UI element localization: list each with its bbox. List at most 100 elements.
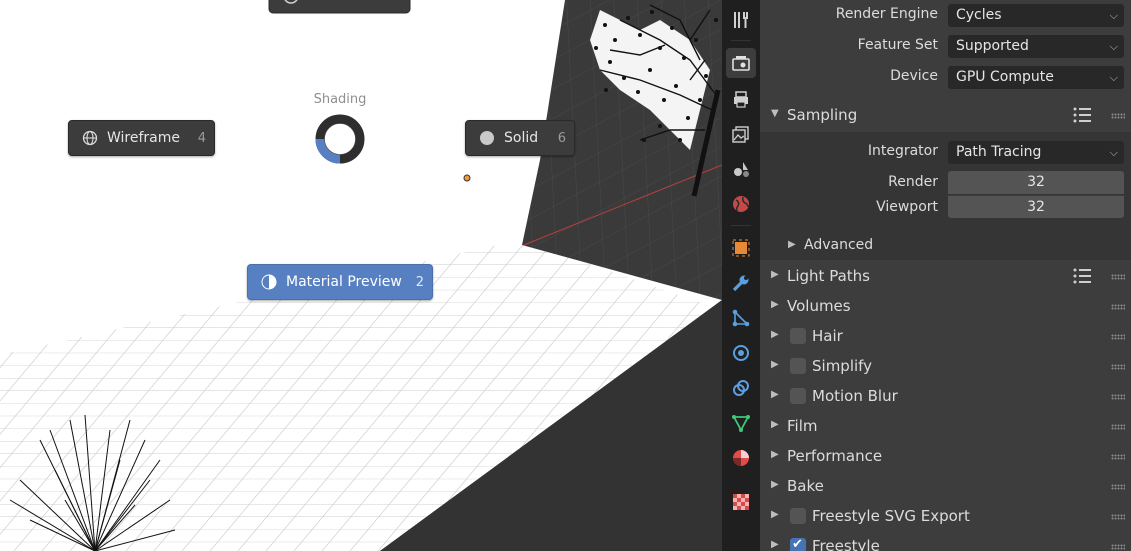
world-tab[interactable]	[726, 189, 756, 219]
hair-panel-header[interactable]: ▶ Hair	[760, 321, 1131, 351]
sampling-panel-header[interactable]: ▼ Sampling	[760, 100, 1131, 130]
freestyle-checkbox[interactable]	[790, 537, 806, 551]
constraints-tab[interactable]	[726, 373, 756, 403]
feature-set-label: Feature Set	[857, 37, 938, 53]
render-engine-row: Render Engine Cycles ⌵	[760, 0, 1131, 30]
collapsed-arrow-icon: ▶	[788, 239, 796, 250]
output-tab[interactable]	[726, 84, 756, 114]
hair-checkbox[interactable]	[790, 328, 806, 344]
mesh-data-icon	[732, 415, 750, 432]
simplify-panel-header[interactable]: ▶ Simplify	[760, 351, 1131, 381]
chevron-down-icon: ⌵	[1109, 9, 1118, 22]
tool-tab[interactable]	[726, 5, 756, 35]
object-tab[interactable]	[726, 233, 756, 263]
volumes-panel-header[interactable]: ▶ Volumes	[760, 291, 1131, 321]
collapsed-arrow-icon: ▶	[771, 269, 779, 280]
panel-title: Simplify	[812, 357, 873, 375]
drag-handle-icon[interactable]	[1111, 304, 1125, 310]
physics-icon	[733, 345, 749, 361]
render-engine-dropdown[interactable]: Cycles ⌵	[948, 4, 1124, 27]
integrator-label: Integrator	[867, 143, 938, 159]
solid-sphere-icon	[479, 130, 495, 146]
physics-tab[interactable]	[726, 338, 756, 368]
sampling-title: Sampling	[787, 106, 858, 124]
chevron-down-icon: ⌵	[1109, 40, 1118, 53]
data-tab[interactable]	[726, 408, 756, 438]
panel-title: Film	[787, 417, 818, 435]
wireframe-label: Wireframe	[107, 130, 181, 146]
texture-tab[interactable]	[726, 487, 756, 517]
constraint-icon	[733, 380, 749, 396]
freestyle-svg-export-checkbox[interactable]	[790, 508, 806, 524]
integrator-value: Path Tracing	[956, 144, 1042, 160]
wrench-icon	[732, 275, 749, 292]
simplify-checkbox[interactable]	[790, 358, 806, 374]
film-panel-header[interactable]: ▶ Film	[760, 411, 1131, 441]
panel-title: Freestyle SVG Export	[812, 507, 970, 525]
object-square-icon	[732, 239, 750, 257]
light-paths-panel-header[interactable]: ▶ Light Paths	[760, 261, 1131, 291]
3d-viewport[interactable]: Shading Wireframe 4 Solid 6 Material Pre…	[0, 0, 722, 551]
collapsed-arrow-icon: ▶	[771, 509, 779, 520]
drag-handle-icon[interactable]	[1111, 454, 1125, 460]
panel-title: Bake	[787, 477, 824, 495]
integrator-dropdown[interactable]: Path Tracing ⌵	[948, 141, 1124, 164]
object-origin	[463, 174, 471, 182]
performance-panel-header[interactable]: ▶ Performance	[760, 441, 1131, 471]
panel-title: Volumes	[787, 297, 851, 315]
drag-handle-icon[interactable]	[1111, 544, 1125, 550]
tool-icon	[734, 12, 748, 28]
viewport-samples-field[interactable]: 32	[948, 195, 1124, 218]
scene-icon	[734, 162, 749, 177]
collapsed-arrow-icon: ▶	[771, 419, 779, 430]
material-icon	[733, 450, 749, 466]
feature-set-row: Feature Set Supported ⌵	[760, 31, 1131, 61]
render-engine-value: Cycles	[956, 7, 1002, 23]
chevron-down-icon: ⌵	[1109, 146, 1118, 159]
drag-handle-icon[interactable]	[1111, 274, 1125, 280]
motion-blur-panel-header[interactable]: ▶ Motion Blur	[760, 381, 1131, 411]
collapsed-arrow-icon: ▶	[771, 539, 779, 550]
modifier-tab[interactable]	[726, 268, 756, 298]
advanced-subpanel-header[interactable]: ▶ Advanced	[760, 233, 1131, 259]
presets-list-icon[interactable]	[1073, 107, 1091, 123]
presets-list-icon[interactable]	[1073, 268, 1091, 284]
motion-blur-checkbox[interactable]	[790, 388, 806, 404]
freestyle-panel-header[interactable]: ▶ Freestyle	[760, 531, 1131, 551]
collapsed-arrow-icon: ▶	[771, 329, 779, 340]
material-preview-button[interactable]: Material Preview 2	[247, 264, 433, 300]
properties-tab-strip	[722, 0, 760, 551]
world-icon	[733, 196, 749, 212]
scene-tab[interactable]	[726, 154, 756, 184]
drag-handle-icon[interactable]	[1111, 394, 1125, 400]
properties-editor: Render Engine Cycles ⌵ Feature Set Suppor…	[760, 0, 1131, 551]
device-label: Device	[890, 68, 938, 84]
particles-tab[interactable]	[726, 303, 756, 333]
render-tab[interactable]	[726, 48, 756, 78]
advanced-title: Advanced	[804, 237, 874, 253]
bake-panel-header[interactable]: ▶ Bake	[760, 471, 1131, 501]
drag-handle-icon[interactable]	[1111, 113, 1125, 119]
particles-icon	[732, 309, 750, 327]
collapsed-arrow-icon: ▶	[771, 359, 779, 370]
wireframe-globe-icon	[82, 130, 98, 146]
viewport-samples-row: Viewport 32	[760, 193, 1131, 223]
feature-set-dropdown[interactable]: Supported ⌵	[948, 35, 1124, 58]
material-preview-hotkey: 2	[415, 274, 424, 290]
material-tab[interactable]	[726, 443, 756, 473]
feature-set-value: Supported	[956, 38, 1029, 54]
chevron-down-icon: ⌵	[1109, 71, 1118, 84]
drag-handle-icon[interactable]	[1111, 364, 1125, 370]
render-samples-field[interactable]: 32	[948, 171, 1124, 194]
collapsed-arrow-icon: ▶	[771, 389, 779, 400]
wireframe-button[interactable]: Wireframe 4	[68, 120, 215, 156]
device-dropdown[interactable]: GPU Compute ⌵	[948, 66, 1124, 89]
drag-handle-icon[interactable]	[1111, 514, 1125, 520]
drag-handle-icon[interactable]	[1111, 424, 1125, 430]
view-layer-tab[interactable]	[726, 119, 756, 149]
solid-button[interactable]: Solid 6	[465, 120, 575, 156]
drag-handle-icon[interactable]	[1111, 484, 1125, 490]
panel-title: Performance	[787, 447, 883, 465]
drag-handle-icon[interactable]	[1111, 334, 1125, 340]
freestyle-svg-export-panel-header[interactable]: ▶ Freestyle SVG Export	[760, 501, 1131, 531]
